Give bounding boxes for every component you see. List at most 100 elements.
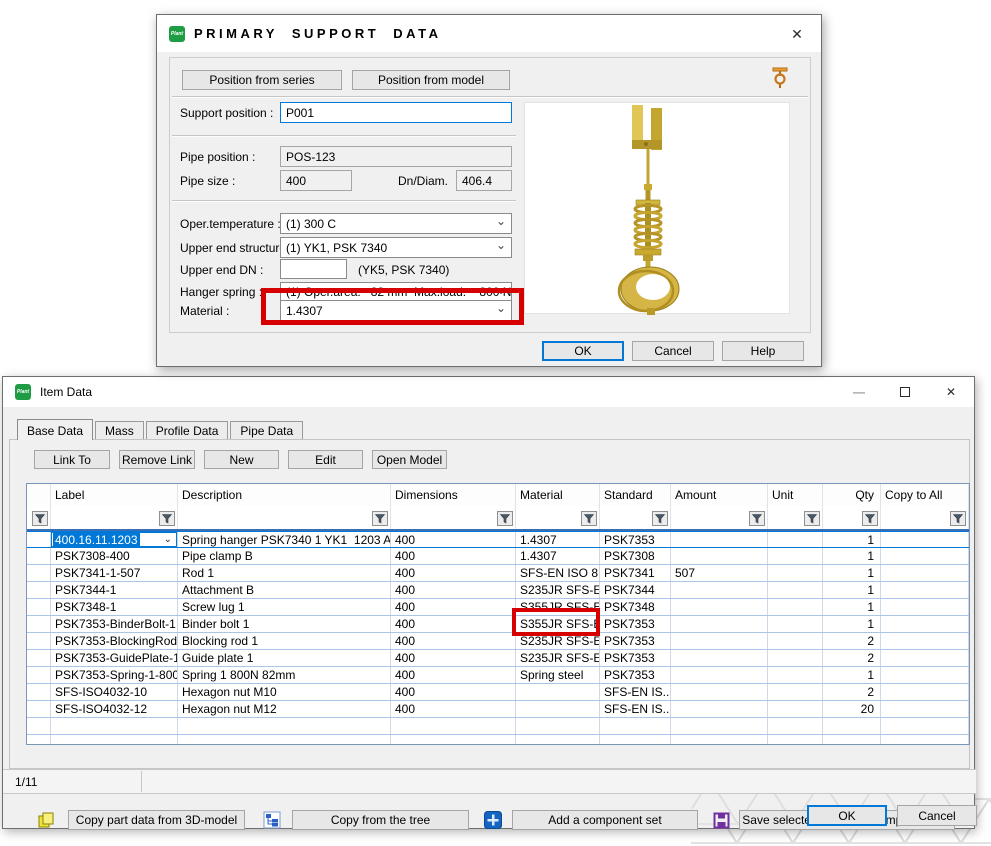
filter-funnel-button[interactable] [497,511,513,526]
column-header-unit[interactable]: Unit [768,484,823,506]
copy-from-tree-button[interactable]: Copy from the tree [292,810,469,830]
copy-part-data-button[interactable]: Copy part data from 3D-model [68,810,245,830]
filter-funnel-button[interactable] [862,511,878,526]
table-cell: Attachment B [178,582,391,598]
close-icon[interactable]: ✕ [787,24,807,44]
chevron-down-icon: ⌄ [496,214,506,228]
table-row[interactable]: PSK7353-GuidePlate-1Guide plate 1400S235… [27,650,969,667]
table-row[interactable]: SFS-ISO4032-10Hexagon nut M10400SFS-EN I… [27,684,969,701]
cancel-button[interactable]: Cancel [897,805,977,826]
copy-3d-icon[interactable] [36,811,56,830]
table-row[interactable]: SFS-ISO4032-12Hexagon nut M12400SFS-EN I… [27,701,969,718]
filter-funnel-button[interactable] [159,511,175,526]
column-header-qty[interactable]: Qty [823,484,881,506]
filter-funnel-button[interactable] [749,511,765,526]
table-row[interactable]: PSK7353-Spring-1-800-...Spring 1 800N 82… [27,667,969,684]
table-row[interactable]: PSK7341-1-507Rod 1400SFS-EN ISO 8...PSK7… [27,565,969,582]
edit-button[interactable]: Edit [288,450,363,469]
row-marker-cell[interactable] [27,701,51,717]
table-header-row: LabelDescriptionDimensionsMaterialStanda… [27,484,969,506]
table-cell [178,735,391,744]
tab-profile-data[interactable]: Profile Data [146,421,229,439]
table-row[interactable]: 400.16.11.1203⌄Spring hanger PSK7340 1 Y… [27,531,969,548]
ok-button[interactable]: OK [542,341,624,361]
table-cell: Rod 1 [178,565,391,581]
filter-funnel-button[interactable] [652,511,668,526]
table-row[interactable]: PSK7344-1Attachment B400S235JR SFS-E...P… [27,582,969,599]
primary-groupbox: Position from series Position from model… [169,57,811,333]
table-cell: 1 [823,599,881,615]
row-marker-cell[interactable] [27,650,51,666]
table-row[interactable]: PSK7353-BinderBolt-1Binder bolt 1400S355… [27,616,969,633]
tree-icon[interactable] [262,811,282,830]
column-header-amount[interactable]: Amount [671,484,768,506]
table-cell: 1 [823,532,881,547]
table-row[interactable]: PSK7308-400Pipe clamp B4001.4307PSK73081 [27,548,969,565]
table-row[interactable]: PSK7348-1Screw lug 1400S355JR SFS-E...PS… [27,599,969,616]
remove-link-button[interactable]: Remove Link [119,450,195,469]
table-cell: SFS-ISO4032-12 [51,701,178,717]
material-value: 1.4307 [286,304,323,318]
link-to-button[interactable]: Link To [34,450,110,469]
row-marker-cell[interactable] [27,633,51,649]
support-position-input[interactable]: P001 [280,102,512,123]
save-icon[interactable] [711,811,731,830]
row-marker-cell[interactable] [27,599,51,615]
material-dropdown[interactable]: 1.4307⌄ [280,300,512,321]
cancel-button[interactable]: Cancel [632,341,714,361]
tab-mass[interactable]: Mass [95,421,144,439]
tab-base-data[interactable]: Base Data [17,419,93,440]
row-marker-cell[interactable] [27,565,51,581]
row-marker-cell[interactable] [27,582,51,598]
table-row[interactable]: PSK7353-BlockingRod-1Blocking rod 1400S2… [27,633,969,650]
table-cell: 1 [823,565,881,581]
row-marker-cell[interactable] [27,616,51,632]
table-cell [768,667,823,683]
table-cell: 400 [391,565,516,581]
filter-funnel-icon [162,514,172,524]
position-from-model-button[interactable]: Position from model [352,70,510,90]
filter-funnel-button[interactable] [32,511,48,526]
column-header-description[interactable]: Description [178,484,391,506]
tab-pipe-data[interactable]: Pipe Data [230,421,303,439]
minimize-icon[interactable]: — [836,377,882,407]
new-button[interactable]: New [204,450,279,469]
close-icon[interactable]: ✕ [928,377,974,407]
column-header-copy-to-all[interactable]: Copy to All [881,484,969,506]
hanger-spring-dropdown[interactable]: (1) Oper.area: 82 mm Max.load: 800 N⌄ [280,282,512,302]
table-cell: 2 [823,633,881,649]
column-header-label[interactable]: Label [51,484,178,506]
plus-icon[interactable] [483,811,503,830]
filter-funnel-button[interactable] [950,511,966,526]
column-header-dimensions[interactable]: Dimensions [391,484,516,506]
upper-end-dn-input[interactable] [280,259,347,279]
filter-funnel-button[interactable] [581,511,597,526]
open-model-button[interactable]: Open Model [372,450,447,469]
table-cell: 400 [391,701,516,717]
column-header-marker[interactable] [27,484,51,506]
row-marker-cell[interactable] [27,684,51,700]
column-header-standard[interactable]: Standard [600,484,671,506]
divider [141,771,142,792]
filter-funnel-icon [500,514,510,524]
ok-button[interactable]: OK [807,805,887,826]
row-marker-cell[interactable] [27,548,51,564]
position-from-series-button[interactable]: Position from series [182,70,342,90]
upper-end-structure-dropdown[interactable]: (1) YK1, PSK 7340⌄ [280,237,512,258]
table-cell: Spring 1 800N 82mm [178,667,391,683]
maximize-icon[interactable] [882,377,928,407]
table-cell: 1 [823,667,881,683]
filter-funnel-button[interactable] [804,511,820,526]
label-combobox[interactable]: 400.16.11.1203⌄ [51,532,177,547]
filter-funnel-button[interactable] [372,511,388,526]
row-marker-cell[interactable] [27,667,51,683]
table-cell [671,735,768,744]
add-component-set-button[interactable]: Add a component set [512,810,698,830]
support-hanger-icon[interactable] [770,66,790,90]
column-header-material[interactable]: Material [516,484,600,506]
oper-temperature-dropdown[interactable]: (1) 300 C⌄ [280,213,512,234]
table-cell [671,633,768,649]
help-button[interactable]: Help [722,341,804,361]
filter-cell-marker [27,506,51,529]
row-marker-cell[interactable] [27,532,51,547]
